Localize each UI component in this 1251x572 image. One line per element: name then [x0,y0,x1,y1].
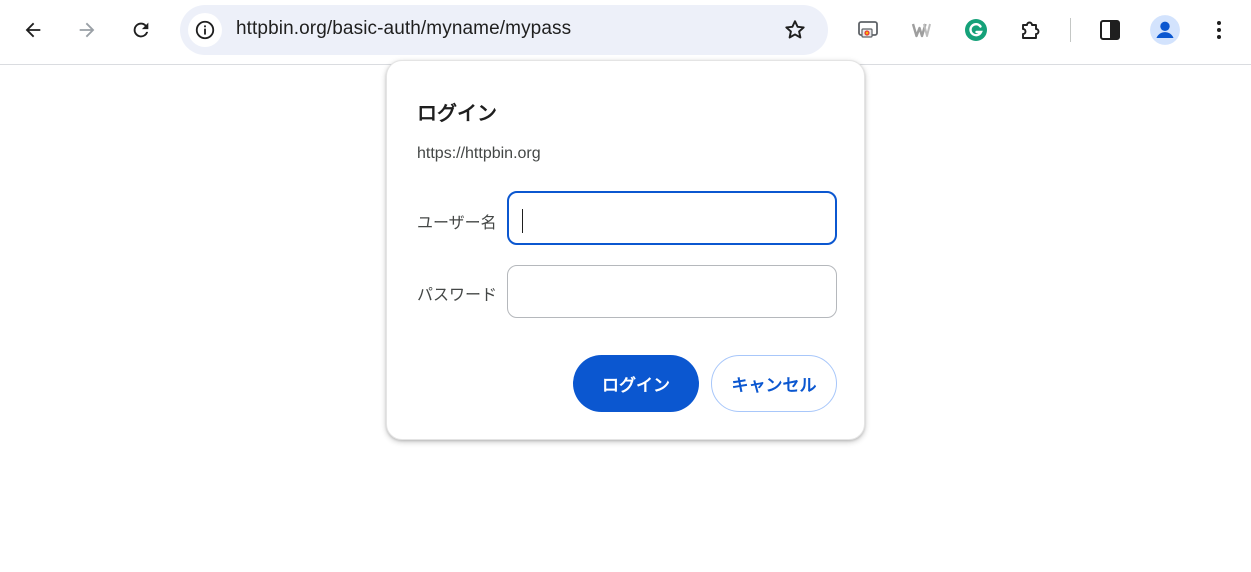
dialog-origin: https://httpbin.org [417,145,541,162]
menu-button[interactable] [1201,12,1237,48]
extension-word[interactable] [904,12,940,48]
username-field[interactable] [507,191,837,245]
extensions-button[interactable] [1013,12,1049,48]
forward-arrow-icon [79,22,95,38]
site-info-button[interactable] [188,13,222,47]
extension-cast[interactable] [850,12,886,48]
login-dialog: ログイン https://httpbin.org ユーザー名 パスワード ログイ… [386,60,865,440]
cast-icon [858,21,878,38]
info-icon [195,20,215,40]
browser-toolbar: httpbin.org/basic-auth/myname/mypass [0,0,1251,65]
url-text[interactable]: httpbin.org/basic-auth/myname/mypass [236,18,571,40]
bookmark-button[interactable] [782,17,808,43]
back-arrow-icon [25,22,41,38]
star-icon [785,20,805,39]
address-bar[interactable]: httpbin.org/basic-auth/myname/mypass [180,5,828,55]
side-panel-button[interactable] [1092,12,1128,48]
extension-grammarly[interactable] [958,12,994,48]
username-label: ユーザー名 [417,213,497,232]
text-caret [522,209,523,233]
reload-icon [133,22,149,38]
reload-button[interactable] [123,12,159,48]
login-button[interactable]: ログイン [573,355,699,412]
side-panel-icon [1100,20,1120,40]
toolbar-separator [1070,18,1071,42]
word-icon [911,23,931,38]
password-label: パスワード [417,285,498,304]
dialog-title: ログイン [417,101,497,125]
profile-button[interactable] [1147,12,1183,48]
puzzle-icon [1022,21,1040,39]
cancel-button[interactable]: キャンセル [711,355,837,412]
back-button[interactable] [15,12,51,48]
avatar-icon [1150,15,1180,45]
password-field[interactable] [507,265,837,318]
more-vertical-icon [1217,21,1221,39]
forward-button[interactable] [69,12,105,48]
grammarly-icon [965,19,987,41]
